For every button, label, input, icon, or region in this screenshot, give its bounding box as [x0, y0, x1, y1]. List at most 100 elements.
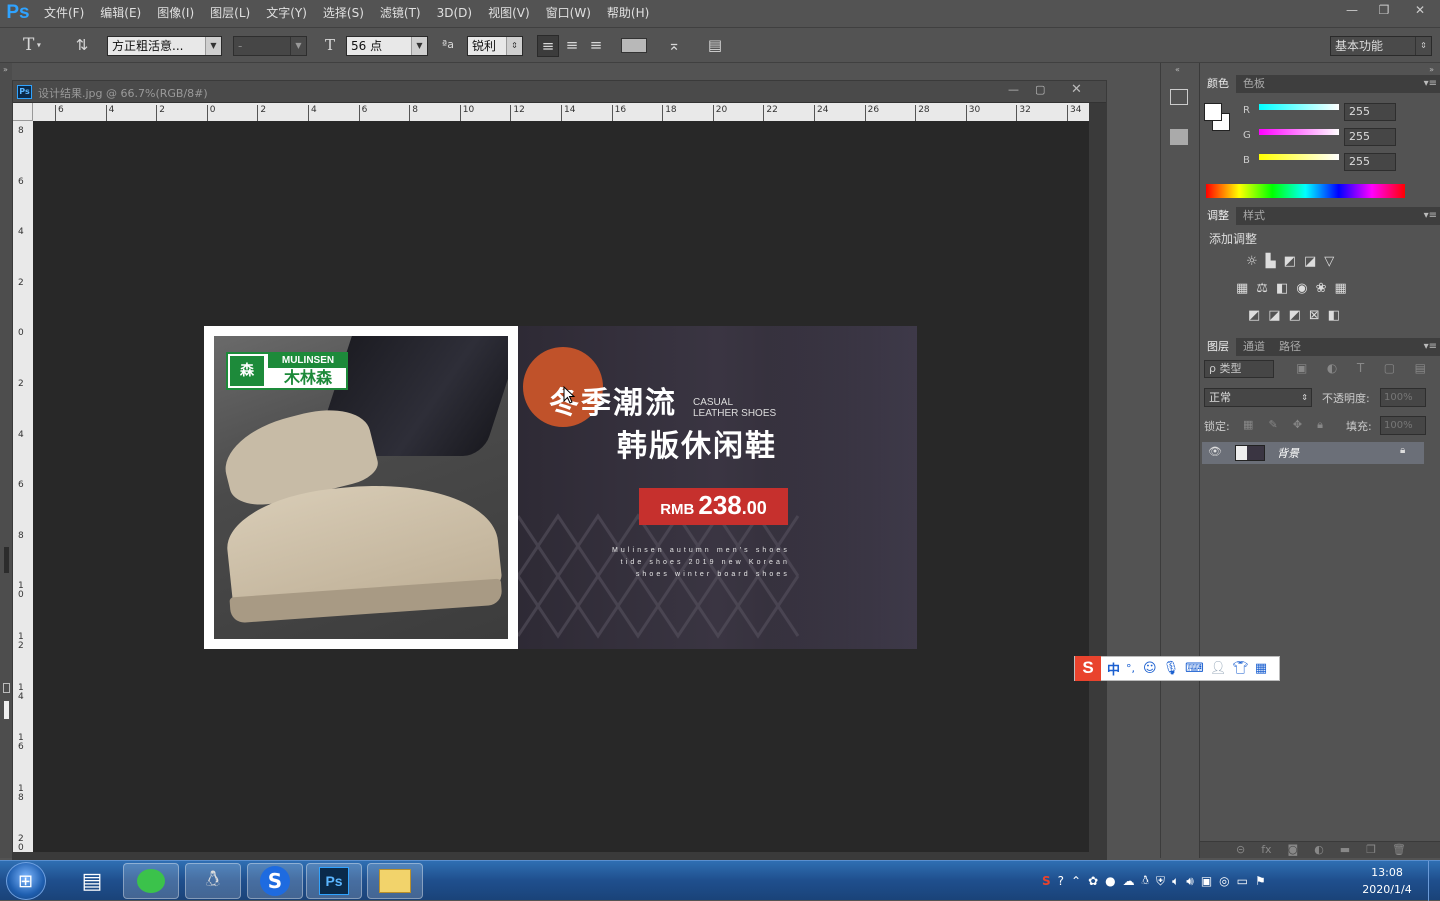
bw-icon[interactable]: ◧ — [1276, 281, 1288, 297]
brightness-icon[interactable]: ☼ — [1246, 254, 1258, 270]
trash-icon[interactable]: 🗑︎ — [1392, 843, 1406, 856]
update-tray-icon[interactable]: ◎ — [1219, 874, 1229, 888]
type-tool-icon[interactable]: T ▾ — [18, 35, 46, 56]
action-center-icon[interactable]: ⚑ — [1255, 874, 1266, 888]
font-style-select[interactable]: - ▼ — [233, 36, 307, 56]
lock-all-icon[interactable]: 🔒︎ — [1317, 418, 1323, 432]
character-panel-icon[interactable]: ▤ — [703, 35, 727, 55]
antialias-select[interactable]: 锐利 ⇕ — [467, 36, 523, 56]
blend-mode-select[interactable]: 正常 ⇕ — [1204, 388, 1312, 407]
channel-g-input[interactable]: 255 — [1344, 128, 1396, 146]
font-size-select[interactable]: 56 点 ▼ — [346, 36, 428, 56]
collapse-panels-icon[interactable]: « — [1175, 65, 1180, 74]
taskbar-explorer-app[interactable]: ▤ — [64, 863, 120, 899]
show-desktop-button[interactable] — [1428, 861, 1440, 901]
network-tray-icon[interactable]: ▭ — [1237, 874, 1248, 888]
layer-name[interactable]: 背景 — [1277, 445, 1299, 461]
color-spectrum-bar[interactable] — [1206, 184, 1405, 198]
fx-icon[interactable]: fx — [1261, 843, 1271, 856]
sogou-logo-icon[interactable]: S — [1075, 656, 1101, 681]
link-icon[interactable]: ⊝ — [1236, 843, 1245, 856]
qq-tray-icon[interactable]: 🐧︎ — [1142, 873, 1149, 889]
quick-mask-icon[interactable] — [3, 683, 10, 693]
canvas-image[interactable]: 森 MULINSEN 木林森 冬季潮流 CASUAL LEATHER SHOES… — [204, 326, 917, 649]
selective-color-icon[interactable]: ⊠ — [1309, 308, 1320, 324]
taskbar-qq-app[interactable]: 🐧︎ — [185, 863, 241, 899]
panel-menu-icon[interactable]: ▾≡ — [1424, 207, 1437, 225]
menu-window[interactable]: 窗口(W) — [538, 0, 599, 26]
history-panel-icon[interactable] — [1170, 89, 1188, 105]
menu-file[interactable]: 文件(F) — [36, 0, 92, 26]
sogou-tray-icon[interactable]: S — [1042, 874, 1051, 888]
channel-b-input[interactable]: 255 — [1344, 153, 1396, 171]
adjust-filter-icon[interactable]: ◐ — [1327, 361, 1337, 375]
menu-3d[interactable]: 3D(D) — [429, 0, 480, 26]
tray-expand-icon[interactable]: ⌃ — [1071, 874, 1081, 888]
document-tab[interactable]: Ps 设计结果.jpg @ 66.7%(RGB/8#) — ▢ ✕ — [13, 81, 1106, 103]
eye-icon[interactable]: 👁︎ — [1208, 445, 1222, 458]
foreground-color-swatch[interactable] — [1204, 103, 1222, 121]
microphone-icon[interactable]: 🎙︎ — [1163, 661, 1180, 676]
ime-punct-toggle[interactable]: °, — [1126, 662, 1135, 675]
hue-sat-icon[interactable]: ▦ — [1236, 281, 1248, 297]
keyboard-icon[interactable]: ⌨ — [1185, 661, 1204, 676]
menu-image[interactable]: 图像(I) — [149, 0, 202, 26]
restore-icon[interactable]: ❐ — [1368, 0, 1400, 20]
menu-select[interactable]: 选择(S) — [315, 0, 372, 26]
doc-minimize-icon[interactable]: — — [1008, 83, 1019, 96]
user-icon[interactable]: 👤︎ — [1210, 661, 1227, 676]
layer-kind-filter[interactable]: ρ 类型 — [1204, 360, 1274, 378]
menu-edit[interactable]: 编辑(E) — [92, 0, 149, 26]
folder-icon[interactable]: ▬ — [1340, 843, 1350, 856]
tab-channels[interactable]: 通道 — [1236, 338, 1272, 356]
horizontal-ruler[interactable]: 6 4 2 0 2 4 6 8 10 12 14 16 18 20 22 24 26 28 30 32 34 — [33, 103, 1089, 121]
shape-filter-icon[interactable]: ▢ — [1384, 361, 1395, 375]
menu-layer[interactable]: 图层(L) — [202, 0, 258, 26]
expand-dock-icon[interactable]: » — [1429, 65, 1434, 74]
curves-icon[interactable]: ◩ — [1284, 254, 1296, 270]
vibrance-icon[interactable]: ▽ — [1324, 254, 1334, 270]
panel-menu-icon[interactable]: ▾≡ — [1424, 338, 1437, 356]
vertical-ruler[interactable]: 8 6 4 2 0 2 4 6 8 1 0 1 2 1 4 1 6 1 8 2 0 — [13, 121, 33, 861]
ime-mode-toggle[interactable]: 中 — [1107, 659, 1120, 678]
posterize-icon[interactable]: ◪ — [1268, 308, 1280, 324]
cloud-tray-icon[interactable]: ☁︎ — [1123, 874, 1135, 888]
levels-icon[interactable]: ▙ — [1266, 254, 1276, 270]
properties-panel-icon[interactable] — [1170, 129, 1188, 145]
lock-move-icon[interactable]: ✥ — [1293, 418, 1302, 432]
menu-type[interactable]: 文字(Y) — [258, 0, 315, 26]
vertical-scrollbar[interactable] — [1089, 103, 1106, 859]
tab-adjustments[interactable]: 调整 — [1200, 207, 1236, 225]
tab-paths[interactable]: 路径 — [1272, 338, 1308, 356]
tab-color[interactable]: 颜色 — [1200, 75, 1236, 93]
expand-icon[interactable]: » — [3, 65, 8, 74]
clock[interactable]: 13:08 2020/1/4 — [1352, 864, 1422, 898]
taskbar-wechat-app[interactable] — [123, 863, 179, 899]
toolbox-icon[interactable]: ▦ — [1255, 661, 1267, 676]
menu-filter[interactable]: 滤镜(T) — [372, 0, 429, 26]
threshold-icon[interactable]: ◩ — [1289, 308, 1301, 324]
lock-transparent-icon[interactable]: ▦ — [1243, 418, 1253, 432]
sound-tray-icon[interactable]: 🔈︎ — [1172, 874, 1179, 889]
tab-styles[interactable]: 样式 — [1236, 207, 1272, 225]
exposure-icon[interactable]: ◪ — [1304, 254, 1316, 270]
tab-layers[interactable]: 图层 — [1200, 338, 1236, 356]
flower-tray-icon[interactable]: ✿ — [1088, 874, 1098, 888]
channel-r-slider[interactable] — [1259, 104, 1339, 110]
skin-icon[interactable]: 👕︎ — [1232, 661, 1249, 676]
menu-view[interactable]: 视图(V) — [480, 0, 538, 26]
channel-mixer-icon[interactable]: ❀ — [1316, 281, 1327, 297]
tab-swatches[interactable]: 色板 — [1236, 75, 1272, 93]
color-balance-icon[interactable]: ⚖ — [1256, 281, 1268, 297]
workspace-select[interactable]: 基本功能 ⇕ — [1330, 36, 1432, 56]
type-filter-icon[interactable]: T — [1357, 361, 1364, 375]
pixel-filter-icon[interactable]: ▣ — [1296, 361, 1307, 375]
new-layer-icon[interactable]: ❐ — [1366, 843, 1376, 856]
layer-row-background[interactable]: 👁︎ 背景 🔒︎ — [1202, 442, 1424, 464]
align-left-icon[interactable]: ≡ — [537, 35, 559, 57]
adjustment-layer-icon[interactable]: ◐ — [1314, 843, 1324, 856]
toggle-text-orientation-icon[interactable]: ⇅ — [70, 35, 94, 55]
align-right-icon[interactable]: ≡ — [585, 35, 607, 55]
menu-help[interactable]: 帮助(H) — [599, 0, 657, 26]
text-color-swatch[interactable] — [621, 38, 647, 53]
